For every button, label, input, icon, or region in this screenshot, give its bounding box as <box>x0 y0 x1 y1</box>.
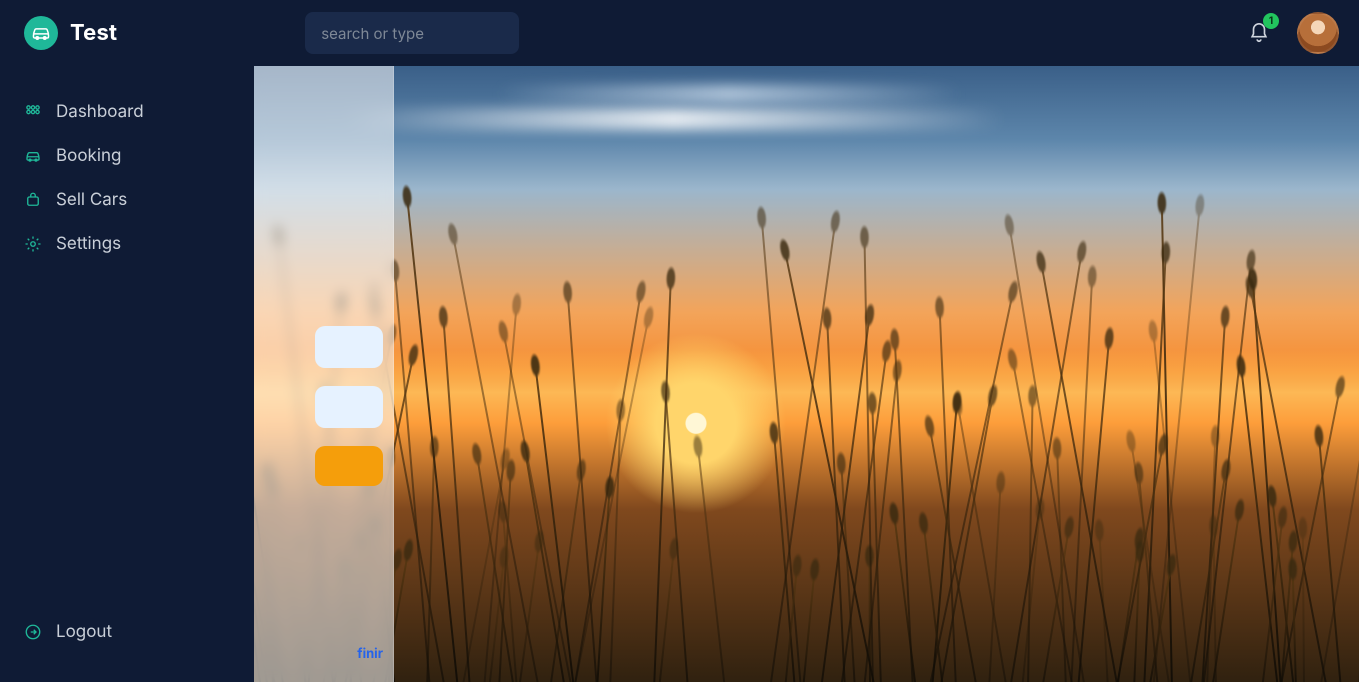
notifications-button[interactable]: 1 <box>1245 19 1273 47</box>
app-header: Test 1 <box>0 0 1359 66</box>
logout-icon <box>24 623 42 641</box>
overlay-panel: finir <box>254 66 394 682</box>
sidebar-item-booking[interactable]: Booking <box>0 134 254 178</box>
sidebar-item-settings[interactable]: Settings <box>0 222 254 266</box>
sidebar-item-label: Dashboard <box>56 102 144 122</box>
sidebar-item-logout[interactable]: Logout <box>0 610 254 654</box>
brand: Test <box>24 16 117 50</box>
notification-badge: 1 <box>1263 13 1279 29</box>
panel-submit-button[interactable] <box>315 446 383 486</box>
clouds-decor <box>254 66 1359 300</box>
grid-icon <box>24 103 42 121</box>
car-icon <box>24 147 42 165</box>
grass-decor <box>254 300 1359 682</box>
sidebar-item-label: Settings <box>56 234 121 254</box>
sidebar-item-label: Sell Cars <box>56 190 127 210</box>
content-area: finir <box>254 66 1359 682</box>
brand-logo <box>24 16 58 50</box>
sidebar-item-dashboard[interactable]: Dashboard <box>0 90 254 134</box>
bag-icon <box>24 191 42 209</box>
gear-icon <box>24 235 42 253</box>
search-input[interactable] <box>319 23 563 44</box>
panel-input-1[interactable] <box>315 326 383 368</box>
avatar[interactable] <box>1297 12 1339 54</box>
panel-input-2[interactable] <box>315 386 383 428</box>
panel-link[interactable]: finir <box>357 646 383 662</box>
header-actions: 1 <box>1245 12 1339 54</box>
app-title: Test <box>70 20 117 46</box>
car-icon <box>31 23 51 43</box>
search-box[interactable] <box>305 12 519 54</box>
sidebar: Dashboard Booking Sell Cars Settings <box>0 66 254 682</box>
panel-footer: finir <box>264 646 383 662</box>
sidebar-item-label: Booking <box>56 146 121 166</box>
sidebar-item-label: Logout <box>56 622 112 642</box>
background-image <box>254 66 1359 682</box>
sidebar-item-sell-cars[interactable]: Sell Cars <box>0 178 254 222</box>
